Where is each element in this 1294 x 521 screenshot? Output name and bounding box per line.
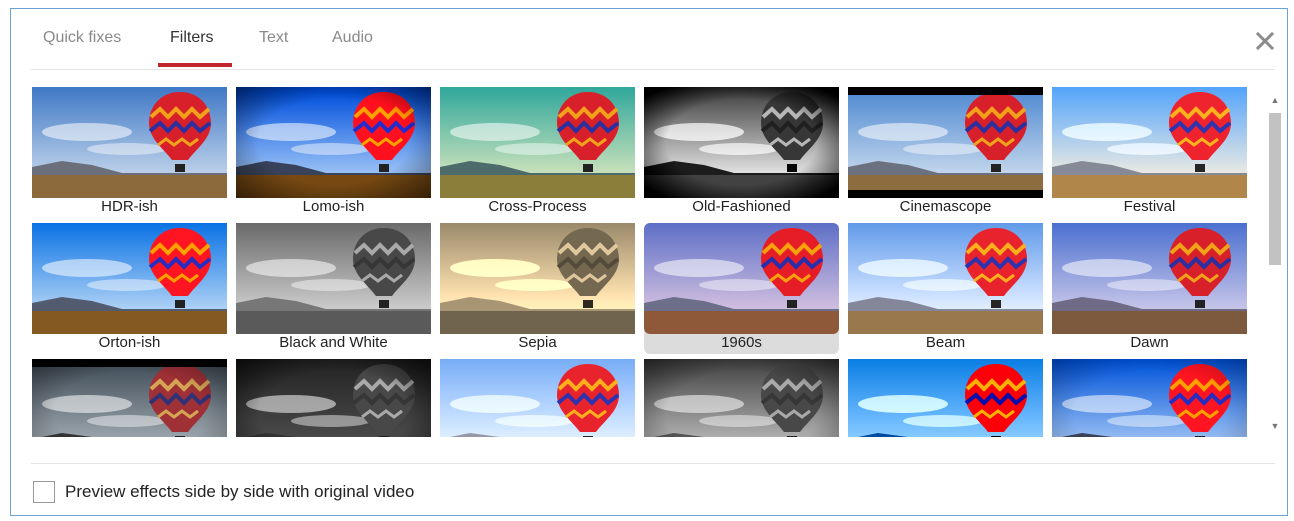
filter-label: Beam <box>925 334 966 351</box>
filter-label: Cinemascope <box>899 198 992 215</box>
filter-thumbnail <box>848 359 1043 437</box>
filter-thumbnail <box>236 223 431 334</box>
filter-label: Lomo-ish <box>302 198 365 215</box>
footer-divider <box>31 463 1275 464</box>
tab-text[interactable]: Text <box>259 29 288 47</box>
filter-tile-festival[interactable]: Festival <box>1052 87 1247 218</box>
filter-thumbnail <box>32 223 227 334</box>
filter-tile-filter-17[interactable] <box>848 359 1043 437</box>
filter-thumbnail <box>1052 359 1247 437</box>
filter-thumbnail <box>440 359 635 437</box>
filter-thumbnail <box>440 87 635 198</box>
tab-quick-fixes[interactable]: Quick fixes <box>43 29 121 47</box>
filter-thumbnail <box>644 359 839 437</box>
scrollbar-thumb[interactable] <box>1269 113 1281 265</box>
filter-tile-filter-16[interactable] <box>644 359 839 437</box>
filter-thumbnail <box>848 223 1043 334</box>
filter-label: Sepia <box>518 334 557 351</box>
filter-label: Dawn <box>1130 334 1169 351</box>
filter-tile-lomo-ish[interactable]: Lomo-ish <box>236 87 431 218</box>
filter-label: Old-Fashioned <box>692 198 791 215</box>
filter-thumbnail <box>32 87 227 198</box>
filter-label: Orton-ish <box>98 334 161 351</box>
scroll-up-arrow-icon[interactable]: ▲ <box>1270 95 1280 105</box>
filter-thumbnail <box>644 87 839 198</box>
filter-tile-filter-18[interactable] <box>1052 359 1247 437</box>
filters-dialog: Quick fixes Filters Text Audio HDR-ish L… <box>10 8 1288 516</box>
filter-thumbnail <box>1052 223 1247 334</box>
active-tab-indicator <box>158 63 232 67</box>
filter-tile-cross-process[interactable]: Cross-Process <box>440 87 635 218</box>
filter-tile-1960s[interactable]: 1960s <box>644 223 839 354</box>
close-button[interactable] <box>1253 29 1277 53</box>
filter-thumbnail <box>440 223 635 334</box>
tab-divider <box>31 69 1275 70</box>
filter-tile-filter-14[interactable] <box>236 359 431 437</box>
scroll-down-arrow-icon[interactable]: ▼ <box>1270 421 1280 431</box>
filter-thumbnail <box>236 87 431 198</box>
filter-label: Festival <box>1123 198 1176 215</box>
close-icon <box>1255 31 1275 51</box>
filter-thumbnail <box>644 223 839 334</box>
filter-thumbnail <box>848 87 1043 198</box>
filter-tile-filter-13[interactable] <box>32 359 227 437</box>
preview-checkbox-label: Preview effects side by side with origin… <box>65 482 415 501</box>
filter-tile-filter-15[interactable] <box>440 359 635 437</box>
tab-audio[interactable]: Audio <box>332 29 373 47</box>
filter-tile-cinemascope[interactable]: Cinemascope <box>848 87 1043 218</box>
filter-tile-sepia[interactable]: Sepia <box>440 223 635 354</box>
filter-tile-old-fashioned[interactable]: Old-Fashioned <box>644 87 839 218</box>
filter-tile-hdr-ish[interactable]: HDR-ish <box>32 87 227 218</box>
filter-label: 1960s <box>721 334 762 351</box>
filter-grid: HDR-ish Lomo-ish Cross-Process Old-Fashi… <box>32 87 1252 437</box>
filter-thumbnail <box>236 359 431 437</box>
filter-tile-black-and-white[interactable]: Black and White <box>236 223 431 354</box>
filter-thumbnail <box>32 359 227 437</box>
tab-filters[interactable]: Filters <box>170 29 214 47</box>
filter-label: Black and White <box>279 334 388 351</box>
filter-thumbnail <box>1052 87 1247 198</box>
preview-checkbox[interactable] <box>33 481 55 503</box>
filter-label: Cross-Process <box>488 198 587 215</box>
filter-label: HDR-ish <box>101 198 158 215</box>
filter-tile-beam[interactable]: Beam <box>848 223 1043 354</box>
filter-tile-orton-ish[interactable]: Orton-ish <box>32 223 227 354</box>
filter-tile-dawn[interactable]: Dawn <box>1052 223 1247 354</box>
grid-scrollbar[interactable]: ▲ ▼ <box>1267 89 1283 437</box>
